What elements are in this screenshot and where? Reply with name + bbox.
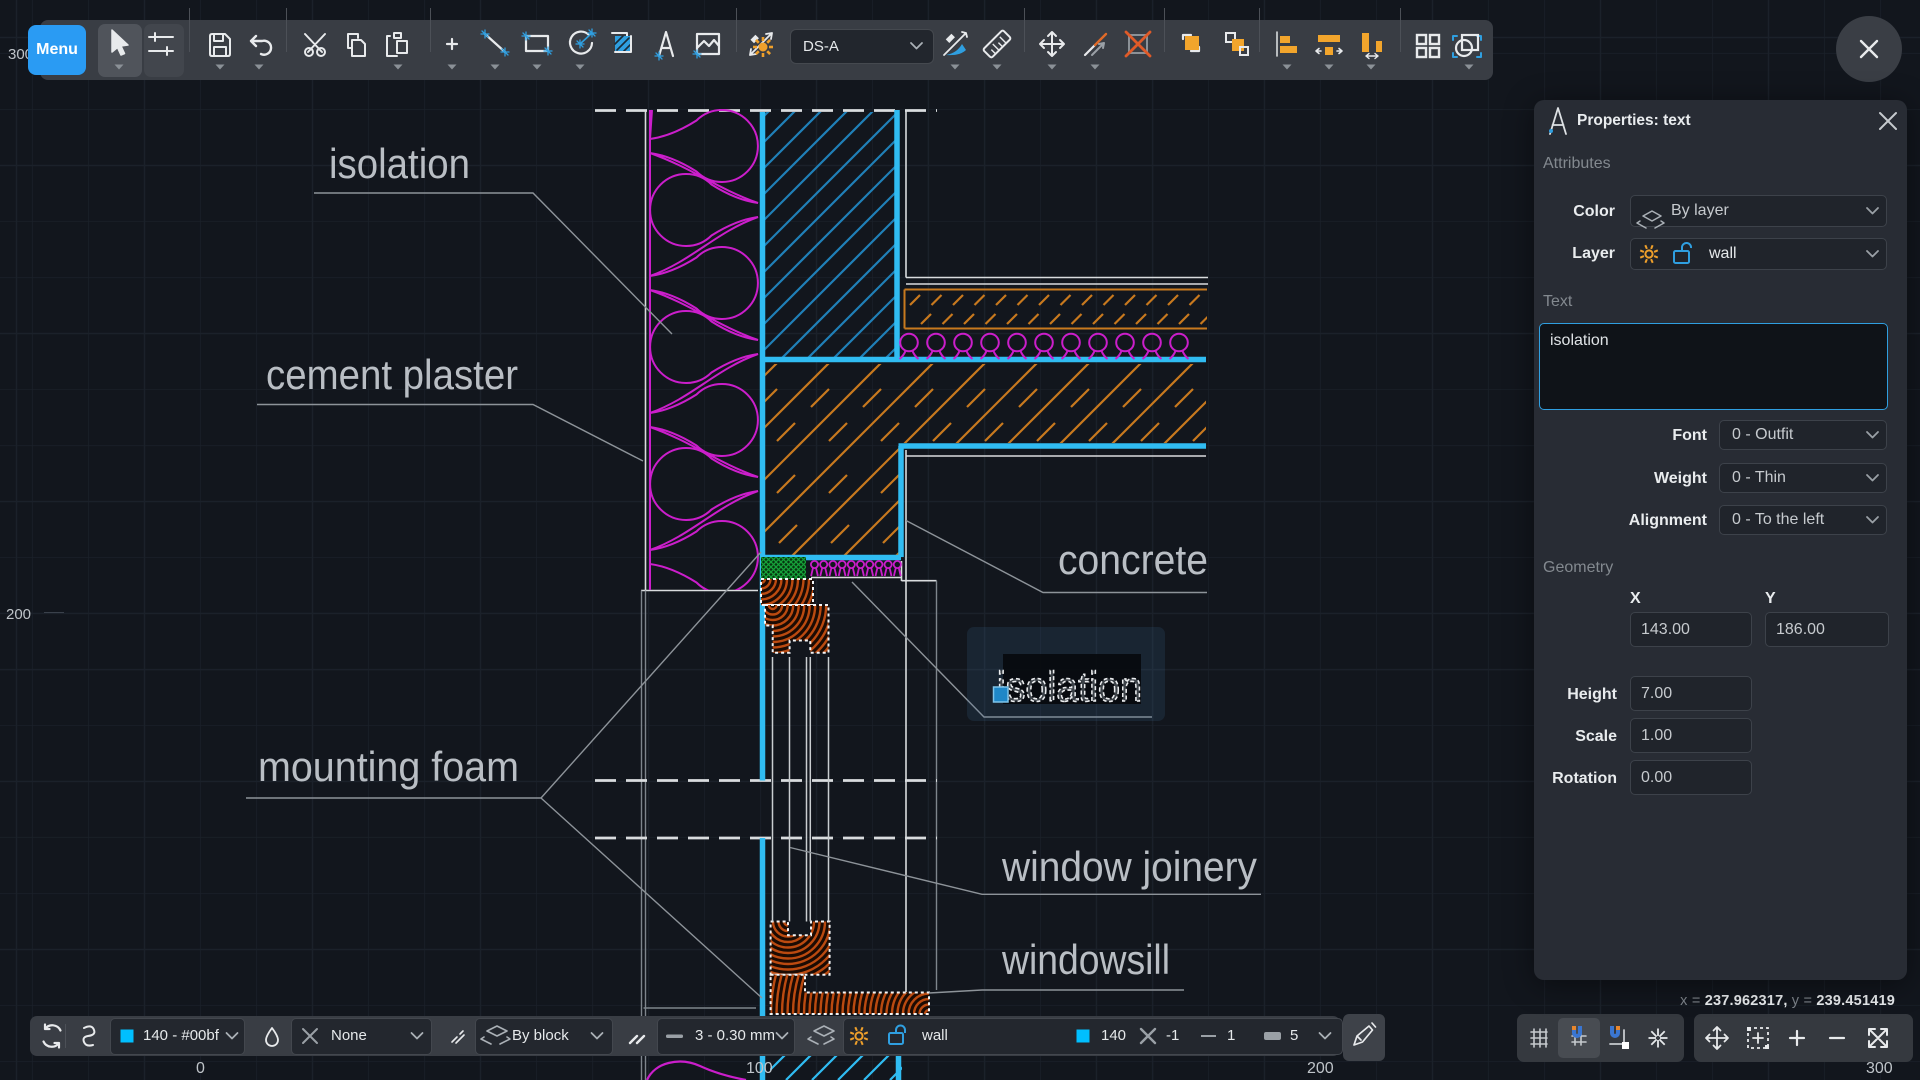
svg-text:isolation: isolation xyxy=(329,140,470,187)
svg-text:windowsill: windowsill xyxy=(1001,936,1170,983)
svg-text:concrete: concrete xyxy=(1058,536,1208,583)
svg-text:cement plaster: cement plaster xyxy=(266,351,518,398)
svg-text:mounting foam: mounting foam xyxy=(258,743,519,790)
svg-text:window joinery: window joinery xyxy=(1001,843,1257,890)
svg-text:isolation: isolation xyxy=(997,663,1142,710)
